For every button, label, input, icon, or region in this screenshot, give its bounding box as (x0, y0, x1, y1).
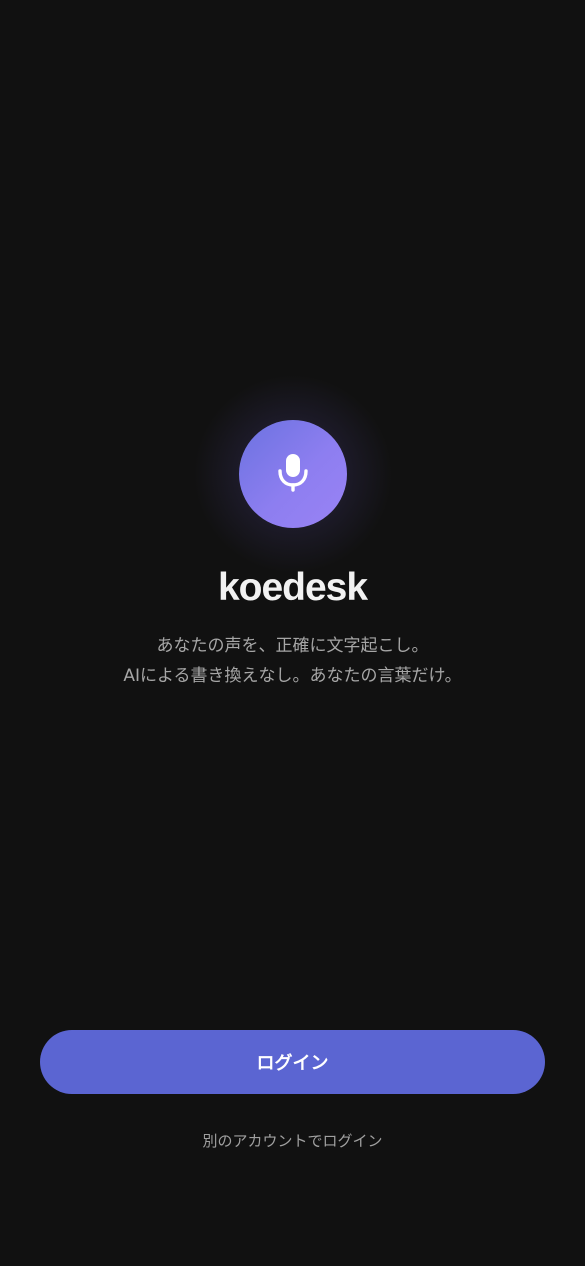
login-button[interactable]: ログイン (40, 1030, 545, 1094)
app-logo (239, 420, 347, 528)
alt-account-login-link[interactable]: 別のアカウントでログイン (202, 1132, 382, 1150)
tagline-line-2: AIによる書き換えなし。あなたの言葉だけ。 (123, 666, 462, 686)
tagline-line-1: あなたの声を、正確に文字起こし。 (156, 636, 429, 656)
login-screen: koedesk あなたの声を、正確に文字起こし。 AIによる書き換えなし。あなた… (0, 0, 585, 1266)
microphone-icon (278, 454, 308, 492)
alt-login-container: 別のアカウントでログイン (0, 1128, 585, 1154)
app-name: koedesk (217, 566, 368, 609)
